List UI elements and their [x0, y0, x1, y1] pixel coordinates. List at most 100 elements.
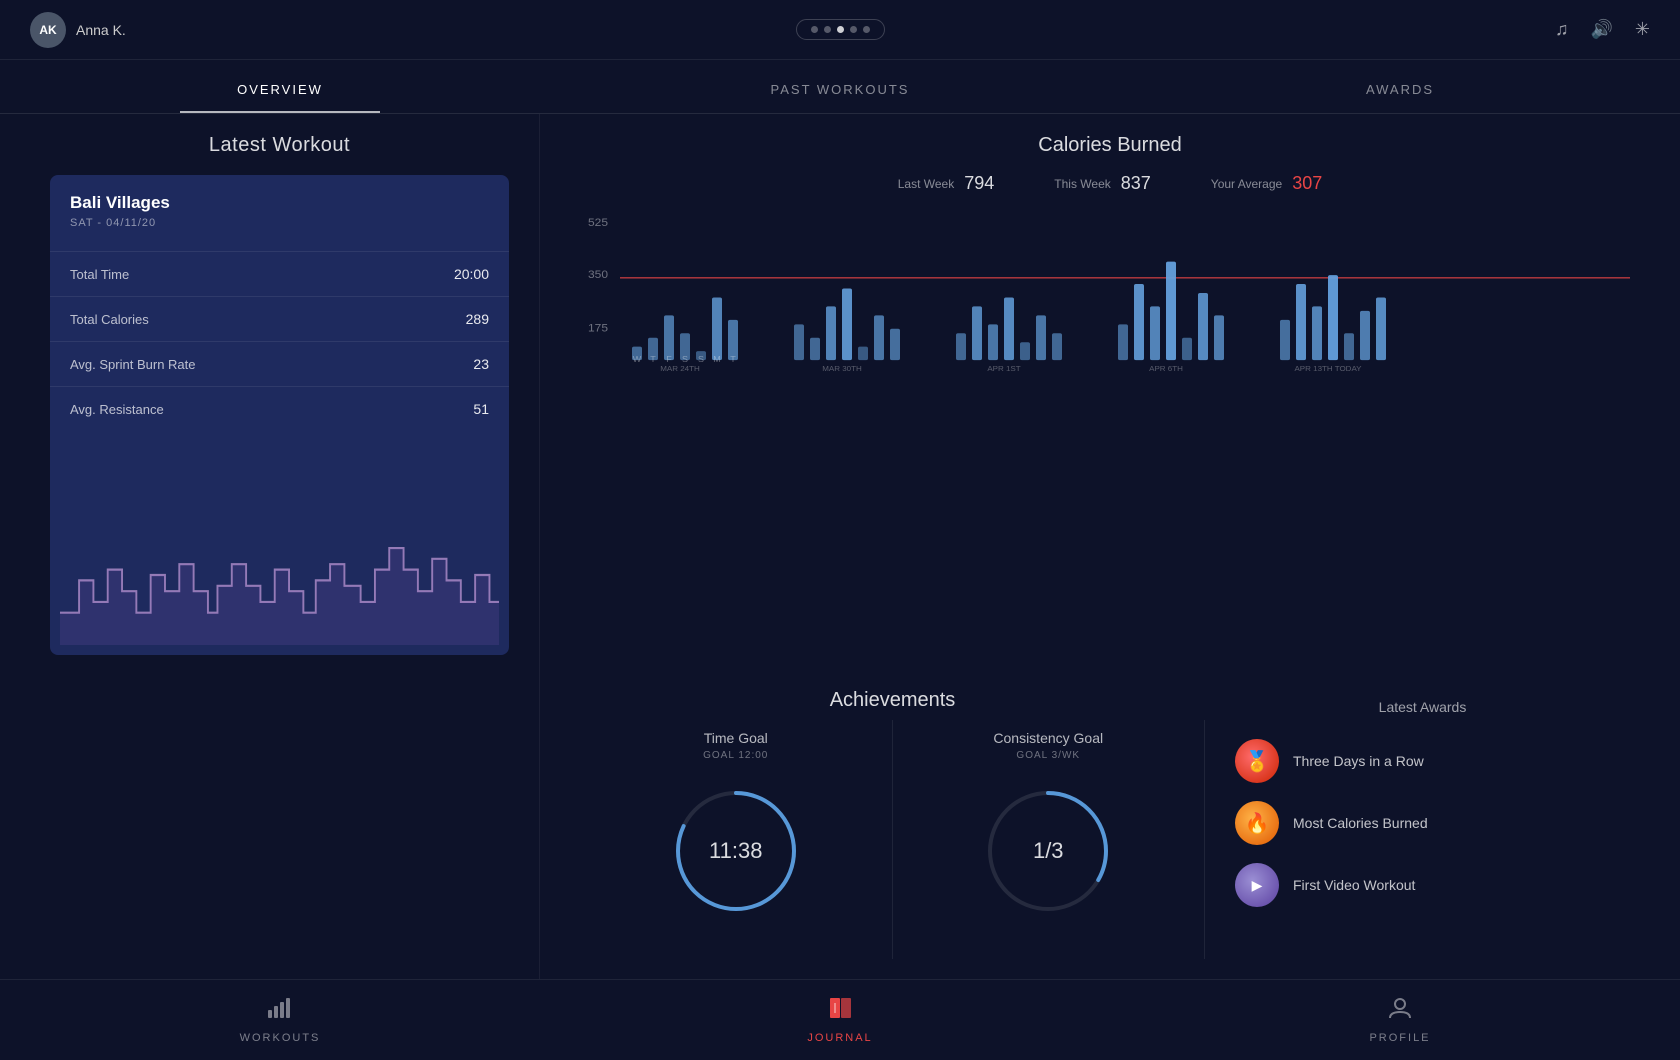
tab-past-workouts[interactable]: PAST WORKOUTS	[560, 60, 1120, 113]
nav-dot-4[interactable]	[850, 26, 857, 33]
award-icon-three-days: 🏅	[1235, 739, 1279, 783]
consistency-goal-value: 1/3	[1033, 838, 1064, 864]
consistency-goal-label: Consistency Goal	[993, 730, 1103, 746]
user-info: AK Anna K.	[30, 12, 126, 48]
cal-stat-average: Your Average 307	[1211, 173, 1322, 194]
award-icon-first-video: ▶	[1235, 863, 1279, 907]
bottom-nav: WORKOUTS JOURNAL PROFILE	[0, 979, 1680, 1059]
stat-label-resistance: Avg. Resistance	[70, 402, 164, 417]
calories-chart-svg: 525 350 175 MAR 24TH	[580, 208, 1640, 378]
this-week-value: 837	[1121, 173, 1151, 194]
nav-tabs: OVERVIEW PAST WORKOUTS AWARDS	[0, 60, 1680, 114]
workout-card-header: Bali Villages SAT - 04/11/20	[50, 175, 509, 243]
nav-dot-2[interactable]	[824, 26, 831, 33]
last-week-label: Last Week	[898, 177, 954, 191]
nav-journal[interactable]: JOURNAL	[560, 980, 1120, 1059]
average-label: Your Average	[1211, 177, 1282, 191]
calories-section: Calories Burned Last Week 794 This Week …	[580, 134, 1640, 669]
latest-workout-title: Latest Workout	[50, 134, 509, 157]
left-panel: Latest Workout Bali Villages SAT - 04/11…	[0, 114, 540, 979]
time-goal-panel: Time Goal GOAL 12:00 11:38	[580, 720, 893, 959]
journal-icon	[826, 996, 854, 1026]
svg-text:MAR 24TH: MAR 24TH	[660, 364, 700, 372]
svg-text:W: W	[633, 354, 642, 363]
profile-icon	[1386, 996, 1414, 1026]
svg-text:M: M	[713, 354, 720, 363]
nav-dot-1[interactable]	[811, 26, 818, 33]
profile-label: PROFILE	[1369, 1032, 1430, 1044]
average-value: 307	[1292, 173, 1322, 194]
workout-date: SAT - 04/11/20	[70, 217, 489, 229]
calories-stats: Last Week 794 This Week 837 Your Average…	[580, 173, 1640, 194]
header-icons: ♫ 🔊 ✳	[1555, 19, 1650, 40]
svg-text:350: 350	[588, 269, 608, 280]
time-goal-label: Time Goal	[704, 730, 768, 746]
stat-row-calories: Total Calories 289	[50, 296, 509, 341]
time-goal-sublabel: GOAL 12:00	[703, 750, 768, 761]
this-week-label: This Week	[1054, 177, 1110, 191]
nav-dot-3[interactable]	[837, 26, 844, 33]
cal-stat-last-week: Last Week 794	[898, 173, 995, 194]
award-item-three-days: 🏅 Three Days in a Row	[1235, 739, 1610, 783]
consistency-goal-circle: 1/3	[978, 781, 1118, 921]
workout-chart-svg	[60, 505, 499, 645]
svg-text:MAR 30TH: MAR 30TH	[822, 364, 862, 372]
stat-label-sprint: Avg. Sprint Burn Rate	[70, 357, 196, 372]
award-item-first-video: ▶ First Video Workout	[1235, 863, 1610, 907]
svg-text:S: S	[682, 354, 688, 363]
volume-icon[interactable]: 🔊	[1590, 19, 1612, 40]
time-goal-circle: 11:38	[666, 781, 806, 921]
stat-value-time: 20:00	[454, 266, 489, 282]
award-name-first-video: First Video Workout	[1293, 877, 1415, 893]
stat-value-sprint: 23	[473, 356, 489, 372]
workouts-icon	[266, 996, 294, 1026]
tab-overview[interactable]: OVERVIEW	[0, 60, 560, 113]
stat-row-resistance: Avg. Resistance 51	[50, 386, 509, 431]
time-goal-value: 11:38	[709, 838, 762, 864]
workouts-label: WORKOUTS	[240, 1032, 321, 1044]
svg-text:S: S	[698, 354, 704, 363]
achievements-title: Achievements	[580, 689, 1205, 712]
award-name-three-days: Three Days in a Row	[1293, 753, 1424, 769]
stat-value-resistance: 51	[473, 401, 489, 417]
stat-label-calories: Total Calories	[70, 312, 149, 327]
right-panel: Calories Burned Last Week 794 This Week …	[540, 114, 1680, 979]
nav-profile[interactable]: PROFILE	[1120, 980, 1680, 1059]
svg-text:F: F	[666, 354, 671, 363]
svg-text:APR 13TH TODAY: APR 13TH TODAY	[1294, 364, 1361, 372]
awards-panel: Latest Awards 🏅 Three Days in a Row 🔥 Mo…	[1205, 689, 1640, 959]
workout-card: Bali Villages SAT - 04/11/20 Total Time …	[50, 175, 509, 655]
awards-title: Latest Awards	[1235, 699, 1610, 715]
tab-awards[interactable]: AWARDS	[1120, 60, 1680, 113]
nav-dot-5[interactable]	[863, 26, 870, 33]
stat-label-time: Total Time	[70, 267, 129, 282]
header-center	[796, 19, 885, 40]
dot-navigation[interactable]	[796, 19, 885, 40]
journal-label: JOURNAL	[807, 1032, 872, 1044]
user-name: Anna K.	[76, 22, 126, 38]
achievements-section: Achievements Time Goal GOAL 12:00 11:38	[580, 689, 1640, 959]
last-week-value: 794	[964, 173, 994, 194]
bluetooth-icon[interactable]: ✳	[1635, 19, 1650, 40]
award-item-most-calories: 🔥 Most Calories Burned	[1235, 801, 1610, 845]
music-icon[interactable]: ♫	[1555, 19, 1569, 40]
nav-workouts[interactable]: WORKOUTS	[0, 980, 560, 1059]
stat-row-time: Total Time 20:00	[50, 251, 509, 296]
consistency-goal-panel: Consistency Goal GOAL 3/WK 1/3	[893, 720, 1206, 959]
svg-text:APR 1ST: APR 1ST	[987, 364, 1021, 372]
cal-stat-this-week: This Week 837	[1054, 173, 1151, 194]
stat-row-sprint: Avg. Sprint Burn Rate 23	[50, 341, 509, 386]
workout-title: Bali Villages	[70, 193, 489, 213]
workout-stats: Total Time 20:00 Total Calories 289 Avg.…	[50, 251, 509, 431]
svg-text:T: T	[730, 354, 735, 363]
award-icon-most-calories: 🔥	[1235, 801, 1279, 845]
svg-text:T: T	[650, 354, 655, 363]
app-header: AK Anna K. ♫ 🔊 ✳	[0, 0, 1680, 60]
award-name-most-calories: Most Calories Burned	[1293, 815, 1428, 831]
svg-text:175: 175	[588, 323, 608, 334]
calories-chart: 525 350 175 MAR 24TH	[580, 208, 1640, 378]
svg-text:525: 525	[588, 217, 608, 228]
calories-title: Calories Burned	[580, 134, 1640, 157]
consistency-goal-sublabel: GOAL 3/WK	[1016, 750, 1080, 761]
stat-value-calories: 289	[466, 311, 489, 327]
